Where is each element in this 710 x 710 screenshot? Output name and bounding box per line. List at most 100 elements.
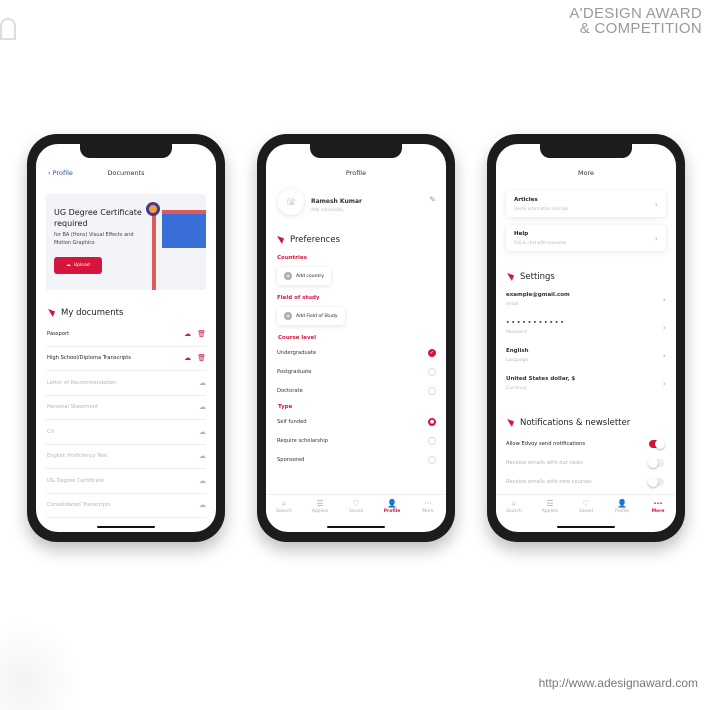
award-url: http://www.adesignaward.com — [538, 676, 698, 690]
document-row[interactable]: Letter of Recommendation ☁ — [46, 371, 206, 396]
cloud-upload-icon[interactable]: ☁ — [184, 354, 191, 362]
page-title: Documents — [107, 169, 145, 177]
toggle-switch[interactable] — [648, 457, 664, 468]
tab-profile[interactable]: 👤 Profile — [604, 495, 640, 522]
setting-row[interactable]: English Language › — [496, 341, 676, 369]
card-articles[interactable]: Articles Useful information and tips › — [506, 191, 666, 217]
card-help[interactable]: Help FAQ & chat with counselor › — [506, 225, 666, 251]
banner-subtitle: for BA (Hons) Visual Effects and Motion … — [54, 232, 134, 246]
tab-saved[interactable]: ♡ Saved — [338, 495, 374, 522]
notch — [80, 144, 172, 158]
more-icon: ··· — [424, 499, 432, 508]
avatar[interactable]: 📷︎ — [278, 189, 304, 215]
document-row[interactable]: English Proficiency Test ☁ — [46, 445, 206, 469]
add-field-label: Add Field of Study — [296, 313, 338, 319]
document-row[interactable]: High School/Diploma Transcripts ☁ 🗑︎ — [46, 347, 206, 371]
field-of-study-label: Field of study — [277, 295, 320, 301]
chevron-right-icon: › — [662, 350, 666, 360]
cloud-upload-icon[interactable]: ☁ — [199, 379, 206, 387]
setting-value: • • • • • • • • • • • — [506, 319, 564, 326]
chevron-right-icon: › — [662, 378, 666, 388]
radio[interactable]: ● — [428, 417, 436, 426]
cloud-upload-icon[interactable]: ☁ — [199, 428, 206, 436]
tab-saved[interactable]: ♡ Saved — [568, 495, 604, 522]
cloud-upload-icon[interactable]: ☁ — [199, 477, 206, 485]
setting-row[interactable]: • • • • • • • • • • • Password › — [496, 313, 676, 341]
document-row[interactable]: Personal Statement ☁ — [46, 396, 206, 420]
nationality-link[interactable]: Add nationality — [311, 208, 344, 213]
setting-row[interactable]: example@gmail.com email › — [496, 285, 676, 313]
tab-search[interactable]: ⌕ Search — [266, 495, 302, 522]
setting-row[interactable]: United States dollar, $ Currency › — [496, 369, 676, 397]
checkbox[interactable]: ✓ — [428, 348, 436, 357]
document-row[interactable]: Passport ☁ 🗑︎ — [46, 322, 206, 347]
radio[interactable] — [428, 455, 436, 464]
add-field-button[interactable]: + Add Field of Study — [277, 307, 345, 325]
option-label: Doctorate — [277, 387, 303, 394]
illustration-megaphone — [146, 202, 160, 216]
checkbox[interactable] — [428, 386, 436, 395]
option-row[interactable]: Postgraduate — [277, 362, 436, 381]
phone-more: More Articles Useful information and tips… — [487, 134, 685, 542]
countries-label: Countries — [277, 255, 307, 261]
award-logo — [0, 18, 16, 40]
cloud-upload-icon[interactable]: ☁ — [199, 452, 206, 460]
option-row[interactable]: Self funded ● — [277, 412, 436, 431]
upload-button[interactable]: ☁ Upload — [54, 257, 102, 274]
section-title: My documents — [61, 308, 124, 318]
heart-icon: ♡ — [582, 499, 590, 508]
chevron-right-icon: › — [662, 294, 666, 304]
add-country-label: Add country — [296, 273, 324, 279]
cloud-upload-icon: ☁ — [66, 263, 71, 268]
add-country-button[interactable]: + Add country — [277, 267, 331, 285]
option-row[interactable]: Sponsored — [277, 450, 436, 469]
card-subtitle: FAQ & chat with counselor — [514, 240, 567, 245]
radio[interactable] — [428, 436, 436, 445]
section-notifications: Notifications & newsletter — [507, 418, 630, 428]
tab-profile[interactable]: 👤 Profile — [374, 495, 410, 522]
document-row[interactable]: Consolidated Transcripts ☁ — [46, 494, 206, 518]
type-label: Type — [278, 404, 293, 410]
tab-more[interactable]: ··· More — [410, 495, 446, 522]
document-name: Letter of Recommendation — [47, 379, 117, 386]
setting-value: United States dollar, $ — [506, 375, 576, 382]
setting-label: Currency — [506, 385, 527, 391]
tab-applies[interactable]: ☰ Applies — [532, 495, 568, 522]
award-watermark: A'DESIGN AWARD & COMPETITION — [569, 6, 702, 36]
document-row[interactable]: UG Degree Certificate ☁ — [46, 469, 206, 494]
document-name: UG Degree Certificate — [47, 477, 104, 484]
preferences-section: Preferences Countries + Add country Field… — [277, 235, 436, 469]
option-row[interactable]: Undergraduate ✓ — [277, 343, 436, 362]
option-row[interactable]: Doctorate — [277, 381, 436, 400]
list-icon: ☰ — [546, 499, 554, 508]
tab-label: Applies — [311, 509, 329, 514]
trash-icon[interactable]: 🗑︎ — [197, 330, 206, 338]
award-logo-watermark — [0, 620, 80, 710]
option-row[interactable]: Require scholarship — [277, 431, 436, 450]
document-row[interactable]: CV ☁ — [46, 420, 206, 445]
section-my-documents: My documents — [48, 308, 123, 318]
cloud-upload-icon[interactable]: ☁ — [199, 501, 206, 509]
section-title: Notifications & newsletter — [520, 418, 631, 428]
flag-icon — [277, 236, 284, 244]
tab-applies[interactable]: ☰ Applies — [302, 495, 338, 522]
tab-label: Search — [276, 509, 292, 514]
plus-icon: + — [284, 312, 292, 320]
trash-icon[interactable]: 🗑︎ — [197, 354, 206, 362]
toggle-switch[interactable] — [649, 438, 665, 449]
cloud-upload-icon[interactable]: ☁ — [199, 403, 206, 411]
tab-bar: ⌕ Search ☰ Applies ♡ Saved 👤 Profile ··· More — [496, 494, 676, 522]
watermark-line1: A'DESIGN AWARD — [569, 5, 702, 22]
setting-value: English — [506, 347, 529, 354]
section-title: Preferences — [290, 235, 340, 245]
search-icon: ⌕ — [281, 499, 287, 508]
option-label: Postgraduate — [277, 368, 312, 375]
tab-more[interactable]: ··· More — [640, 495, 676, 522]
document-name: Consolidated Transcripts — [47, 502, 111, 509]
toggle-switch[interactable] — [648, 476, 664, 487]
cloud-upload-icon[interactable]: ☁ — [184, 330, 191, 338]
tab-search[interactable]: ⌕ Search — [496, 495, 532, 522]
edit-icon[interactable]: ✎ — [429, 195, 436, 204]
home-indicator — [327, 526, 385, 528]
checkbox[interactable] — [428, 367, 436, 376]
